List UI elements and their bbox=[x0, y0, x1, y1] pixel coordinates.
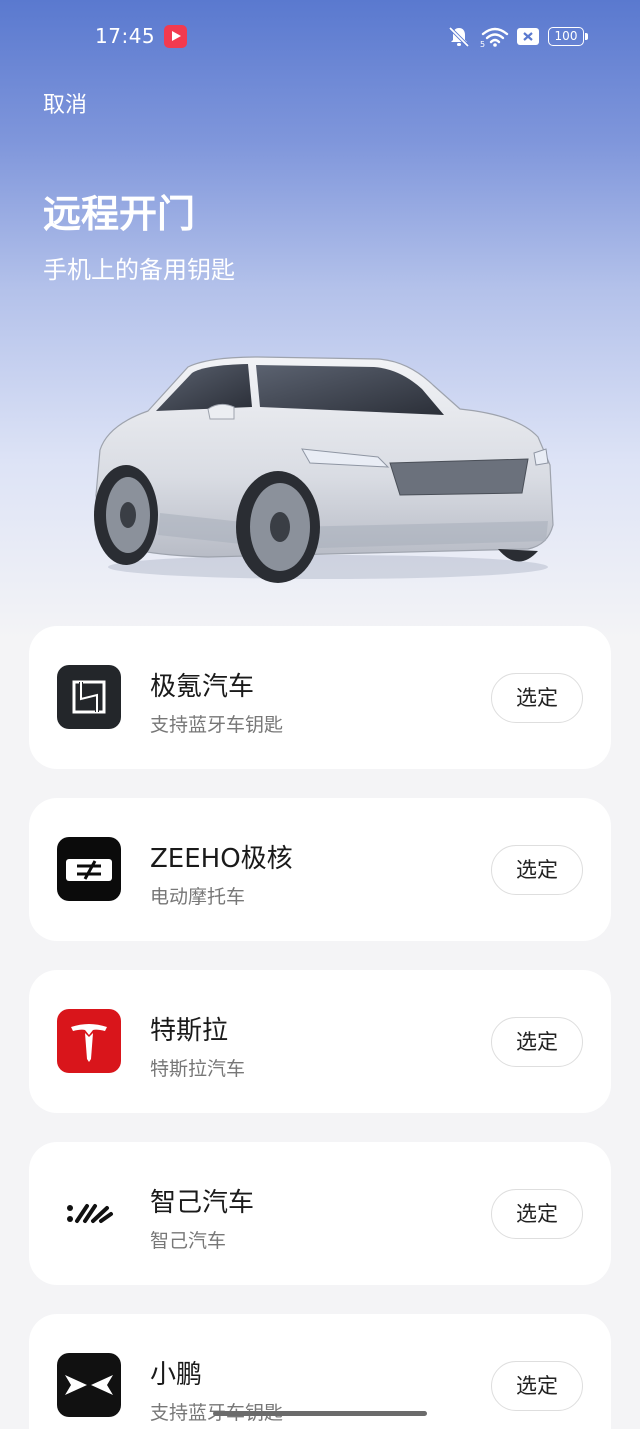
select-button[interactable]: 选定 bbox=[491, 1189, 583, 1239]
select-button[interactable]: 选定 bbox=[491, 845, 583, 895]
brand-card-tesla[interactable]: 特斯拉 特斯拉汽车 选定 bbox=[29, 970, 611, 1113]
car-illustration bbox=[88, 345, 558, 585]
battery-icon: 100 bbox=[548, 27, 588, 46]
wifi-icon: 5 bbox=[480, 27, 509, 48]
select-button[interactable]: 选定 bbox=[491, 1361, 583, 1411]
select-button[interactable]: 选定 bbox=[491, 1017, 583, 1067]
brand-card-zeekr[interactable]: 极氪汽车 支持蓝牙车钥匙 选定 bbox=[29, 626, 611, 769]
xpeng-logo-icon bbox=[57, 1353, 121, 1417]
mute-icon bbox=[448, 26, 470, 48]
brand-description: 电动摩托车 bbox=[150, 886, 246, 908]
brand-name: 小鹏 bbox=[150, 1360, 203, 1390]
screen-record-icon bbox=[164, 25, 187, 48]
sim-x-icon bbox=[517, 28, 539, 45]
im-motors-logo-icon bbox=[57, 1181, 121, 1245]
brand-description: 支持蓝牙车钥匙 bbox=[150, 714, 284, 736]
brand-name: 极氪汽车 bbox=[150, 672, 255, 702]
brand-name: ZEEHO极核 bbox=[150, 844, 293, 874]
status-time: 17:45 bbox=[95, 24, 156, 48]
brand-card-im-motors[interactable]: 智己汽车 智己汽车 选定 bbox=[29, 1142, 611, 1285]
brand-description: 智己汽车 bbox=[150, 1230, 227, 1252]
brand-name: 特斯拉 bbox=[150, 1016, 229, 1046]
page-subtitle: 手机上的备用钥匙 bbox=[43, 256, 235, 284]
zeekr-logo-icon bbox=[57, 665, 121, 729]
home-indicator[interactable] bbox=[213, 1411, 427, 1416]
status-bar: 17:45 5 100 bbox=[0, 0, 640, 72]
select-button[interactable]: 选定 bbox=[491, 673, 583, 723]
page-title: 远程开门 bbox=[43, 192, 196, 236]
tesla-logo-icon bbox=[57, 1009, 121, 1073]
brand-card-zeeho[interactable]: ZEEHO极核 电动摩托车 选定 bbox=[29, 798, 611, 941]
svg-text:5: 5 bbox=[480, 40, 485, 48]
brand-description: 特斯拉汽车 bbox=[150, 1058, 246, 1080]
zeeho-logo-icon bbox=[57, 837, 121, 901]
brand-name: 智己汽车 bbox=[150, 1188, 255, 1218]
cancel-button[interactable]: 取消 bbox=[43, 87, 87, 119]
